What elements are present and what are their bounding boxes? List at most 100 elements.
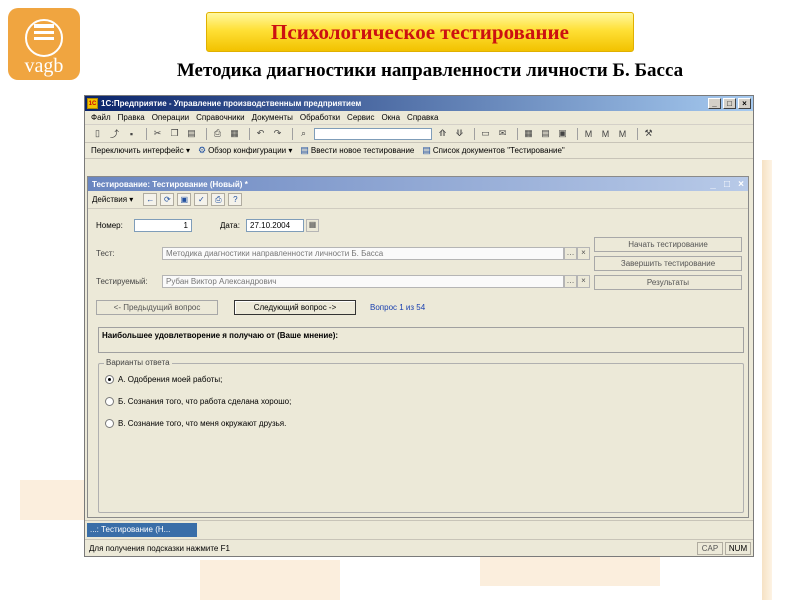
toolbar-separator — [637, 127, 638, 140]
paste-icon[interactable]: ▤ — [185, 128, 198, 140]
answers-legend: Варианты ответа — [104, 358, 172, 367]
form-titlebar: Тестирование: Тестирование (Новый) * _ □… — [88, 177, 748, 191]
switch-interface-button[interactable]: Переключить интерфейс ▾ — [91, 146, 190, 155]
preview-icon[interactable]: ▦ — [228, 128, 241, 140]
menu-operations[interactable]: Операции — [152, 113, 189, 122]
number-row: Номер: 1 Дата: 27.10.2004 ▦ — [96, 219, 319, 232]
answer-label: Б. Сознания того, что работа сделана хор… — [118, 397, 292, 406]
subject-clear-button[interactable]: × — [577, 275, 590, 288]
subject-select-button[interactable]: … — [564, 275, 577, 288]
tools-icon[interactable]: ⚒ — [642, 128, 655, 140]
slide-title: Психологическое тестирование — [271, 20, 569, 44]
save-record-icon[interactable]: ▣ — [177, 193, 192, 206]
menu-documents[interactable]: Документы — [252, 113, 293, 122]
test-clear-button[interactable]: × — [577, 247, 590, 260]
main-toolbar: ▯ ⤴ ▪ ✂ ❐ ▤ ⎙ ▦ ↶ ↷ ⌕ ⟰ ⟱ ▭ ✉ ▦ ▤ ▣ M M … — [85, 125, 753, 143]
taskbar-item-testing[interactable]: ...: Тестирование (Н... — [87, 523, 197, 537]
test-select-button[interactable]: … — [564, 247, 577, 260]
form-minimize-button[interactable]: _ — [706, 179, 720, 190]
memory-icon[interactable]: M — [582, 128, 595, 140]
back-icon[interactable]: ← — [143, 193, 158, 206]
find-next-icon[interactable]: ⟰ — [436, 128, 449, 140]
doc-list-button[interactable]: ▤ Список документов "Тестирование" — [422, 145, 564, 156]
new-test-label: Ввести новое тестирование — [310, 146, 415, 155]
test-input[interactable]: Методика диагностики направленности личн… — [162, 247, 564, 260]
memory-plus-icon[interactable]: M — [599, 128, 612, 140]
help-icon[interactable]: ? — [228, 193, 243, 206]
menu-catalogs[interactable]: Справочники — [196, 113, 244, 122]
calendar-icon[interactable]: ▣ — [556, 128, 569, 140]
answer-option-c[interactable]: В. Сознание того, что меня окружают друз… — [105, 419, 286, 428]
toolbar-separator — [577, 127, 578, 140]
status-hint: Для получения подсказки нажмите F1 — [89, 543, 230, 553]
cut-icon[interactable]: ✂ — [151, 128, 164, 140]
copy-icon[interactable]: ❐ — [168, 128, 181, 140]
form-close-button[interactable]: × — [734, 179, 748, 190]
app-window: 1С 1С:Предприятие - Управление производс… — [84, 95, 754, 557]
radio-button[interactable] — [105, 397, 114, 406]
answer-option-a[interactable]: А. Одобрения моей работы; — [105, 375, 222, 384]
open-icon[interactable]: ⤴ — [108, 128, 121, 140]
switch-interface-label: Переключить интерфейс — [91, 146, 184, 155]
save-icon[interactable]: ▪ — [125, 128, 138, 140]
finish-test-button[interactable]: Завершить тестирование — [594, 256, 742, 271]
test-row: Тест: Методика диагностики направленност… — [96, 247, 590, 260]
undo-icon[interactable]: ↶ — [254, 128, 267, 140]
post-document-icon[interactable]: ✓ — [194, 193, 209, 206]
mail-icon[interactable]: ✉ — [496, 128, 509, 140]
spreadsheet-icon[interactable]: ▦ — [522, 128, 535, 140]
next-question-button[interactable]: Следующий вопрос -> — [234, 300, 356, 315]
menu-bar: Файл Правка Операции Справочники Докумен… — [85, 111, 753, 125]
date-input[interactable]: 27.10.2004 — [246, 219, 304, 232]
subject-input[interactable]: Рубан Виктор Александрович — [162, 275, 564, 288]
answer-option-b[interactable]: Б. Сознания того, что работа сделана хор… — [105, 397, 291, 406]
config-icon: ⚙ — [197, 145, 207, 155]
new-doc-icon: ▤ — [300, 145, 309, 155]
radio-button[interactable] — [105, 419, 114, 428]
answer-label: В. Сознание того, что меня окружают друз… — [118, 419, 287, 428]
logo-text: vagb — [25, 55, 64, 77]
refresh-icon[interactable]: ⟳ — [160, 193, 175, 206]
interface-toolbar: Переключить интерфейс ▾ ⚙ Обзор конфигура… — [85, 143, 753, 159]
actions-menu[interactable]: Действия ▾ — [92, 195, 133, 204]
menu-help[interactable]: Справка — [407, 113, 438, 122]
toolbar-separator — [517, 127, 518, 140]
toolbar-separator — [206, 127, 207, 140]
window-title: 1С:Предприятие - Управление производстве… — [101, 99, 362, 108]
print-form-icon[interactable]: ⎙ — [211, 193, 226, 206]
question-text: Наибольшее удовлетворение я получаю от (… — [98, 327, 744, 353]
question-counter: Вопрос 1 из 54 — [370, 303, 426, 312]
calculator-icon[interactable]: ▤ — [539, 128, 552, 140]
window-icon[interactable]: ▭ — [479, 128, 492, 140]
num-indicator: NUM — [725, 541, 751, 555]
number-input[interactable]: 1 — [134, 219, 192, 232]
find-prev-icon[interactable]: ⟱ — [453, 128, 466, 140]
redo-icon[interactable]: ↷ — [271, 128, 284, 140]
start-test-button[interactable]: Начать тестирование — [594, 237, 742, 252]
radio-button-selected[interactable] — [105, 375, 114, 384]
print-icon[interactable]: ⎙ — [211, 128, 224, 140]
memory-minus-icon[interactable]: M — [616, 128, 629, 140]
new-document-icon[interactable]: ▯ — [91, 128, 104, 140]
test-label: Тест: — [96, 249, 115, 258]
calendar-picker-icon[interactable]: ▦ — [306, 219, 319, 232]
menu-processing[interactable]: Обработки — [300, 113, 340, 122]
status-bar: Для получения подсказки нажмите F1 CAP N… — [85, 539, 753, 556]
maximize-button[interactable]: □ — [723, 98, 736, 109]
menu-windows[interactable]: Окна — [381, 113, 400, 122]
menu-service[interactable]: Сервис — [347, 113, 374, 122]
menu-edit[interactable]: Правка — [118, 113, 145, 122]
prev-question-button[interactable]: <- Предыдущий вопрос — [96, 300, 218, 315]
new-test-button[interactable]: ▤ Ввести новое тестирование — [300, 145, 414, 156]
config-overview-label: Обзор конфигурации — [208, 146, 287, 155]
results-button[interactable]: Результаты — [594, 275, 742, 290]
close-button[interactable]: × — [738, 98, 751, 109]
answers-group: Варианты ответа А. Одобрения моей работы… — [98, 358, 744, 513]
window-titlebar: 1С 1С:Предприятие - Управление производс… — [85, 96, 753, 111]
config-overview-button[interactable]: ⚙ Обзор конфигурации ▾ — [198, 145, 292, 156]
menu-file[interactable]: Файл — [91, 113, 111, 122]
search-combo-input[interactable] — [314, 127, 432, 140]
minimize-button[interactable]: _ — [708, 98, 721, 109]
find-icon[interactable]: ⌕ — [297, 128, 310, 140]
form-maximize-button[interactable]: □ — [720, 179, 734, 190]
